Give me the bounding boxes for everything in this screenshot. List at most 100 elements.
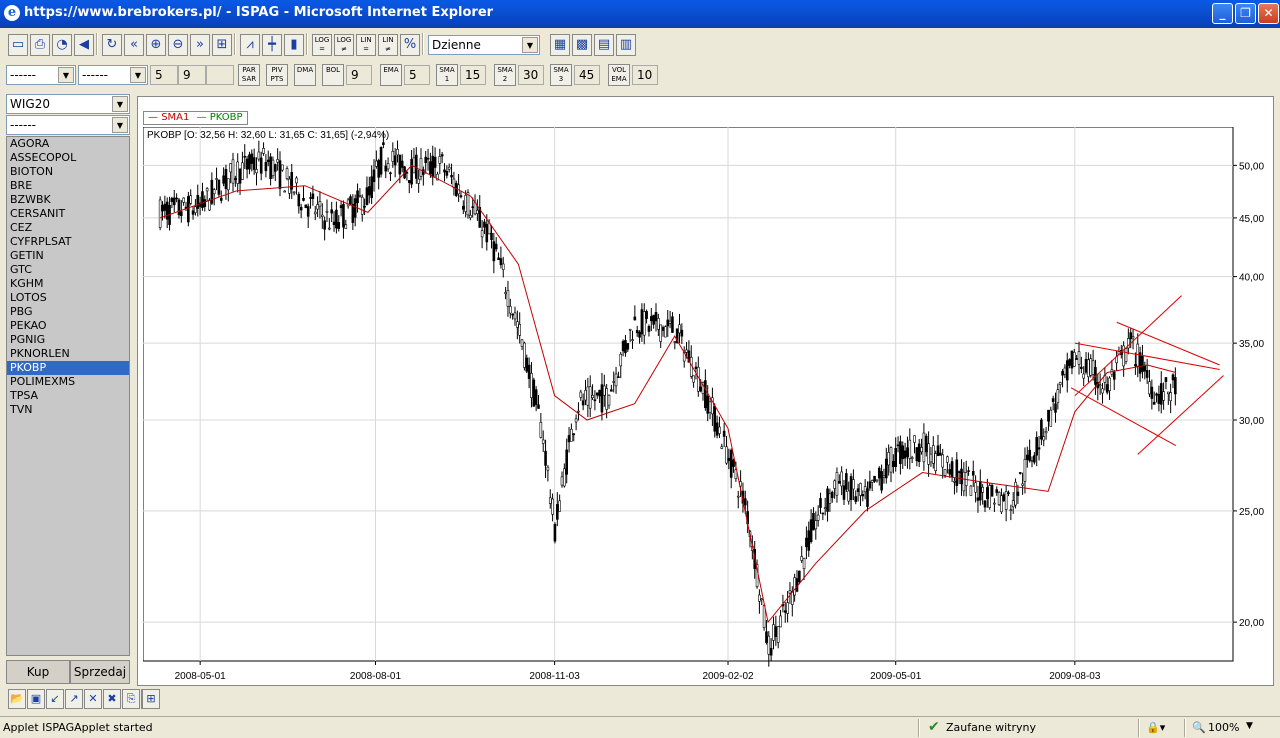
sma1-input[interactable]: 15 <box>460 65 486 85</box>
ohlc-chart-icon[interactable]: ┿ <box>262 34 282 56</box>
sma2-input[interactable]: 30 <box>518 65 544 85</box>
candle-body <box>588 386 592 409</box>
line-chart-icon[interactable]: ⩘ <box>240 34 260 56</box>
stock-item[interactable]: ASSECOPOL <box>7 151 129 165</box>
sell-button[interactable]: Sprzedaj <box>70 660 130 684</box>
export-icon[interactable]: ↙ <box>46 689 64 709</box>
candle-body <box>642 311 646 336</box>
stock-item[interactable]: GTC <box>7 263 129 277</box>
stock-item[interactable]: POLIMEXMS <box>7 375 129 389</box>
candle-body <box>913 435 916 443</box>
open-folder-icon[interactable]: 📂 <box>8 689 26 709</box>
stock-item[interactable]: BRE <box>7 179 129 193</box>
maximize-button[interactable]: ❐ <box>1235 3 1256 24</box>
stock-item[interactable]: TVN <box>7 403 129 417</box>
stock-item[interactable]: PGNIG <box>7 333 129 347</box>
par-sar-button[interactable]: PAR SAR <box>238 64 260 86</box>
stock-item[interactable]: GETIN <box>7 249 129 263</box>
stock-item[interactable]: BIOTON <box>7 165 129 179</box>
buy-button[interactable]: Kup <box>6 660 70 684</box>
ema-button[interactable]: EMA <box>380 64 402 86</box>
stock-item[interactable]: BZWBK <box>7 193 129 207</box>
par-left-input[interactable]: 5 <box>150 65 178 85</box>
scale-lin-not-button[interactable]: LIN ≠ <box>378 34 398 56</box>
print-icon[interactable]: ⎙ <box>30 34 50 56</box>
ema-input[interactable]: 5 <box>404 65 430 85</box>
table-icon[interactable]: ▥ <box>616 34 636 56</box>
zoom-out-icon[interactable]: ⊖ <box>168 34 188 56</box>
sma3-input[interactable]: 45 <box>574 65 600 85</box>
candle-body <box>1164 377 1168 382</box>
indicator-select-2[interactable]: ------ ▼ <box>78 65 148 85</box>
stock-item[interactable]: AGORA <box>7 137 129 151</box>
candle-body <box>391 151 395 162</box>
fit-icon[interactable]: ⊞ <box>212 34 232 56</box>
candle-body <box>339 205 343 209</box>
zoom-level[interactable]: 100% <box>1208 721 1239 734</box>
chevron-down-icon[interactable]: ▼ <box>1246 721 1253 731</box>
percent-button[interactable]: % <box>400 34 420 56</box>
delete-icon[interactable]: ✕ <box>84 689 102 709</box>
dma-button[interactable]: DMA <box>294 64 316 86</box>
stock-item[interactable]: PEKAO <box>7 319 129 333</box>
indicator-icon[interactable]: ▤ <box>594 34 614 56</box>
stock-item[interactable]: PKOBP <box>7 361 129 375</box>
vol-ema-button[interactable]: VOL EMA <box>608 64 630 86</box>
sma2-button[interactable]: SMA 2 <box>494 64 516 86</box>
sma1-button[interactable]: SMA 1 <box>436 64 458 86</box>
color-icon[interactable]: ▩ <box>572 34 592 56</box>
stock-item[interactable]: CEZ <box>7 221 129 235</box>
stock-item[interactable]: KGHM <box>7 277 129 291</box>
sound-icon[interactable]: ◀ <box>74 34 94 56</box>
piv-pts-button[interactable]: PIV PTS <box>266 64 288 86</box>
stock-item[interactable]: TPSA <box>7 389 129 403</box>
candle-body <box>1030 460 1034 462</box>
delete-all-icon[interactable]: ✖ <box>103 689 121 709</box>
candle-body <box>997 491 1001 505</box>
indicator-select-1[interactable]: ------ ▼ <box>6 65 76 85</box>
filter-select[interactable]: ------ ▼ <box>6 115 130 135</box>
candle-body <box>671 316 674 333</box>
copy-icon[interactable]: ⎘ <box>122 689 140 709</box>
interval-select[interactable]: Dzienne ▼ <box>428 35 540 55</box>
price-chart[interactable]: PKOBP [O: 32,56 H: 32,60 L: 31,65 C: 31,… <box>143 127 1271 693</box>
scale-log-not-button[interactable]: LOG ≠ <box>334 34 354 56</box>
stock-item[interactable]: LOTOS <box>7 291 129 305</box>
sma3-button[interactable]: SMA 3 <box>550 64 572 86</box>
stock-item[interactable]: CERSANIT <box>7 207 129 221</box>
index-select[interactable]: WIG20 ▼ <box>6 94 130 114</box>
candle-body <box>473 202 477 215</box>
bol-input[interactable]: 9 <box>346 65 372 85</box>
candle-body <box>1018 472 1022 474</box>
stock-item[interactable]: CYFRPLSAT <box>7 235 129 249</box>
zoom-in-icon[interactable]: ⊕ <box>146 34 166 56</box>
candle-body <box>986 487 989 500</box>
scale-lin-button[interactable]: LIN = <box>356 34 376 56</box>
ie-logo-icon: e <box>4 5 20 21</box>
candle-body <box>934 453 937 472</box>
vol-ema-input[interactable]: 10 <box>632 65 658 85</box>
import-icon[interactable]: ↗ <box>65 689 83 709</box>
candle-body <box>1159 383 1163 405</box>
candle-body <box>346 199 350 207</box>
stock-item[interactable]: PKNORLEN <box>7 347 129 361</box>
close-button[interactable]: ✕ <box>1258 3 1279 24</box>
rewind-icon[interactable]: « <box>124 34 144 56</box>
bol-button[interactable]: BOL <box>322 64 344 86</box>
timer-icon[interactable]: ◔ <box>52 34 72 56</box>
privacy-icon[interactable]: 🔒▾ <box>1146 721 1165 734</box>
grid-icon[interactable]: ⊞ <box>142 689 160 709</box>
minimize-button[interactable]: _ <box>1212 3 1233 24</box>
candle-chart-icon[interactable]: ▮ <box>284 34 304 56</box>
candle-body <box>668 320 672 324</box>
forward-icon[interactable]: » <box>190 34 210 56</box>
stock-item[interactable]: PBG <box>7 305 129 319</box>
chart-window-icon[interactable]: ▦ <box>550 34 570 56</box>
par-right-input[interactable]: 9 <box>178 65 206 85</box>
save-icon[interactable]: ▣ <box>27 689 45 709</box>
new-window-icon[interactable]: ▭ <box>8 34 28 56</box>
empty-input[interactable] <box>206 65 234 85</box>
refresh-icon[interactable]: ↻ <box>102 34 122 56</box>
candle-body <box>1080 366 1083 370</box>
scale-log-button[interactable]: LOG = <box>312 34 332 56</box>
